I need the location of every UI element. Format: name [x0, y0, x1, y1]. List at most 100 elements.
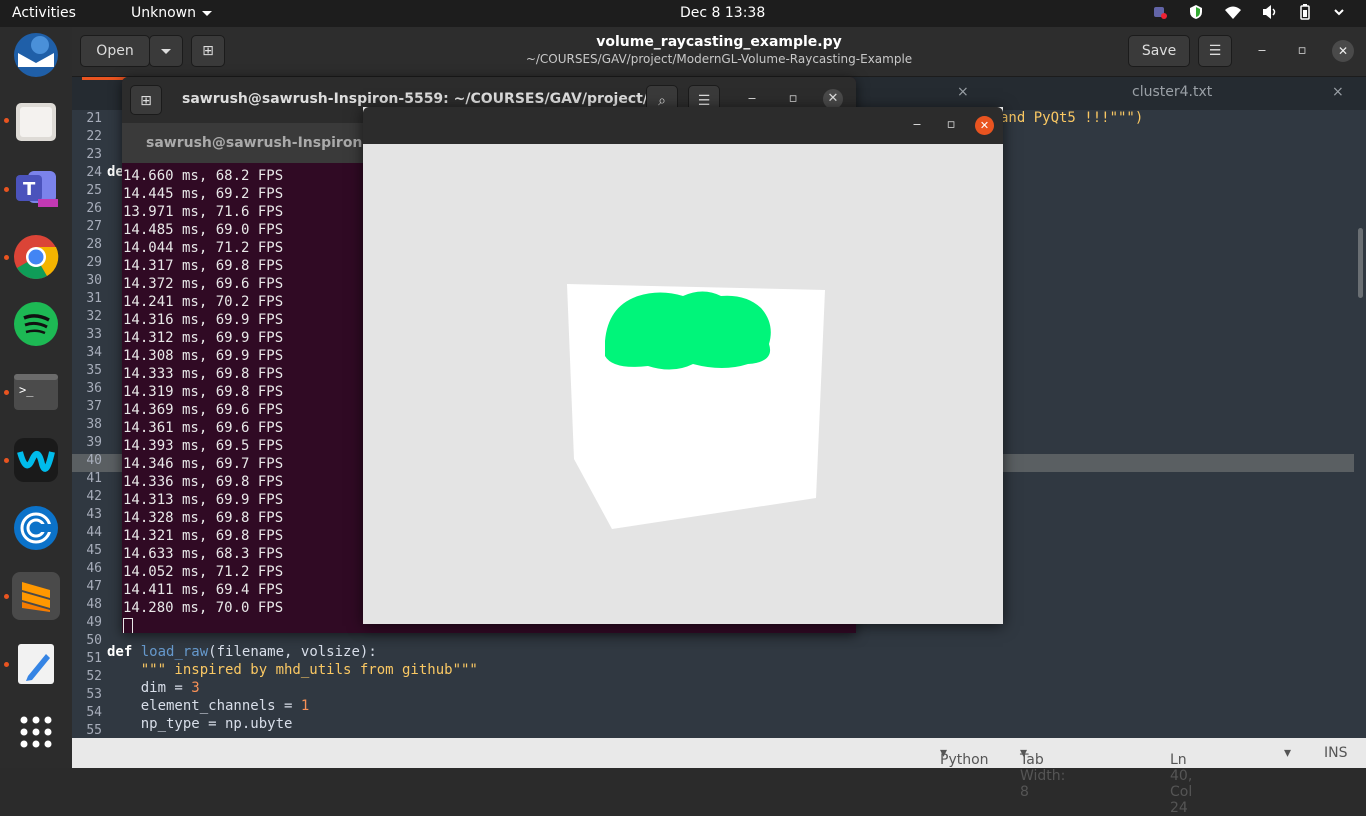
status-bar: Python ▾ Tab Width: 8 ▾ Ln 40, Col 24 ▾ …	[72, 738, 1366, 816]
power-menu-icon[interactable]	[1332, 4, 1346, 20]
clock[interactable]: Dec 8 13:38	[680, 5, 765, 21]
minimize-button[interactable]: ‒	[742, 89, 762, 109]
close-button[interactable]: ✕	[823, 89, 843, 109]
running-indicator	[4, 458, 9, 463]
terminal-line: 14.660 ms, 68.2 FPS	[123, 168, 284, 184]
line-number: 31	[86, 291, 102, 306]
svg-text:>_: >_	[19, 383, 34, 397]
terminal-line: 14.308 ms, 69.9 FPS	[123, 348, 284, 364]
tab-cluster4[interactable]: cluster4.txt	[1132, 77, 1212, 110]
maximize-button[interactable]: ▫	[1292, 41, 1312, 61]
sublime-text-icon[interactable]	[12, 572, 60, 620]
terminal-line: 14.485 ms, 69.0 FPS	[123, 222, 284, 238]
chevron-down-icon	[161, 48, 171, 54]
minimize-button[interactable]: ‒	[1252, 41, 1272, 61]
terminal-line: 14.369 ms, 69.6 FPS	[123, 402, 284, 418]
open-menu-button[interactable]	[149, 35, 183, 67]
running-indicator	[4, 187, 9, 192]
line-number: 44	[86, 525, 102, 540]
line-number: 22	[86, 129, 102, 144]
line-number: 52	[86, 669, 102, 684]
volume-blob	[605, 291, 771, 370]
line-number: 29	[86, 255, 102, 270]
running-indicator	[4, 390, 9, 395]
terminal-cursor	[123, 617, 133, 633]
close-button[interactable]: ✕	[975, 116, 994, 135]
terminal-line: 14.361 ms, 69.6 FPS	[123, 420, 284, 436]
terminal-line: 14.336 ms, 69.8 FPS	[123, 474, 284, 490]
volume-icon[interactable]	[1262, 4, 1278, 20]
window-subtitle: ~/COURSES/GAV/project/ModernGL-Volume-Ra…	[525, 52, 913, 66]
minimize-button[interactable]: ‒	[907, 115, 927, 135]
line-number: 53	[86, 687, 102, 702]
line-number: 24	[86, 165, 102, 180]
line-number: 46	[86, 561, 102, 576]
terminal-line: 14.052 ms, 71.2 FPS	[123, 564, 284, 580]
code-line-51: def load_raw(filename, volsize):	[107, 644, 377, 660]
terminal-icon[interactable]: >_	[12, 368, 60, 416]
battery-icon[interactable]	[1298, 4, 1312, 20]
line-number: 35	[86, 363, 102, 378]
language-selector[interactable]: Python ▾	[940, 745, 989, 768]
code-line-55: np_type = np.ubyte	[107, 716, 293, 732]
teams-tray-icon[interactable]	[1152, 4, 1168, 20]
terminal-line: 14.280 ms, 70.0 FPS	[123, 600, 284, 616]
line-number: 43	[86, 507, 102, 522]
ring-app-icon[interactable]	[12, 504, 60, 552]
shield-icon[interactable]	[1188, 4, 1204, 20]
tab-close-icon[interactable]: ×	[957, 77, 969, 110]
line-number: 34	[86, 345, 102, 360]
webex-icon[interactable]	[12, 436, 60, 484]
system-tray[interactable]	[1152, 4, 1346, 20]
terminal-line: 14.633 ms, 68.3 FPS	[123, 546, 284, 562]
line-number: 51	[86, 651, 102, 666]
terminal-line: 14.346 ms, 69.7 FPS	[123, 456, 284, 472]
line-number: 38	[86, 417, 102, 432]
position-menu-chevron[interactable]: ▾	[1284, 745, 1291, 761]
text-editor-icon[interactable]	[12, 640, 60, 688]
maximize-button[interactable]: ▫	[941, 115, 961, 135]
save-button[interactable]: Save	[1128, 35, 1190, 67]
new-tab-icon: ⊞	[202, 43, 214, 59]
chrome-icon[interactable]	[12, 233, 60, 281]
top-bar: Activities Unknown Dec 8 13:38	[0, 0, 1366, 27]
new-tab-icon: ⊞	[140, 93, 152, 109]
app-menu-label: Unknown	[131, 5, 196, 21]
code-line-53: dim = 3	[107, 680, 200, 696]
menu-icon: ☰	[1208, 43, 1222, 59]
line-number: 26	[86, 201, 102, 216]
hamburger-menu-button[interactable]: ☰	[1198, 35, 1232, 67]
line-number: 21	[86, 111, 102, 126]
new-terminal-tab-button[interactable]: ⊞	[130, 85, 162, 115]
terminal-line: 14.317 ms, 69.8 FPS	[123, 258, 284, 274]
line-number: 25	[86, 183, 102, 198]
app-grid-icon[interactable]	[12, 708, 60, 756]
terminal-line: 14.372 ms, 69.6 FPS	[123, 276, 284, 292]
line-number: 36	[86, 381, 102, 396]
line-number: 50	[86, 633, 102, 648]
tab-width-selector[interactable]: Tab Width: 8 ▾	[1020, 745, 1065, 800]
activities-button[interactable]: Activities	[12, 5, 76, 21]
terminal-line: 14.313 ms, 69.9 FPS	[123, 492, 284, 508]
line-number: 41	[86, 471, 102, 486]
tab-close-icon[interactable]: ×	[1332, 77, 1344, 110]
spotify-icon[interactable]	[12, 300, 60, 348]
wifi-icon[interactable]	[1224, 4, 1242, 20]
volume-render-canvas[interactable]	[363, 144, 1003, 624]
open-button[interactable]: Open	[80, 35, 150, 67]
files-icon[interactable]	[12, 97, 60, 145]
terminal-output[interactable]: 14.660 ms, 68.2 FPS 14.445 ms, 69.2 FPS 13…	[123, 167, 283, 633]
app-menu[interactable]: Unknown	[131, 5, 212, 21]
line-number: 42	[86, 489, 102, 504]
thunderbird-icon[interactable]	[12, 31, 60, 79]
close-button[interactable]: ✕	[1332, 40, 1354, 62]
line-number: 32	[86, 309, 102, 324]
terminal-tab-label: sawrush@sawrush-Inspiron-555	[146, 135, 398, 151]
terminal-line: 14.393 ms, 69.5 FPS	[123, 438, 284, 454]
new-tab-button[interactable]: ⊞	[191, 35, 225, 67]
scrollbar[interactable]	[1358, 228, 1363, 298]
maximize-button[interactable]: ▫	[783, 89, 803, 109]
render-window-header: ‒ ▫ ✕	[363, 107, 1003, 144]
teams-icon[interactable]: T	[12, 165, 60, 213]
line-number: 54	[86, 705, 102, 720]
